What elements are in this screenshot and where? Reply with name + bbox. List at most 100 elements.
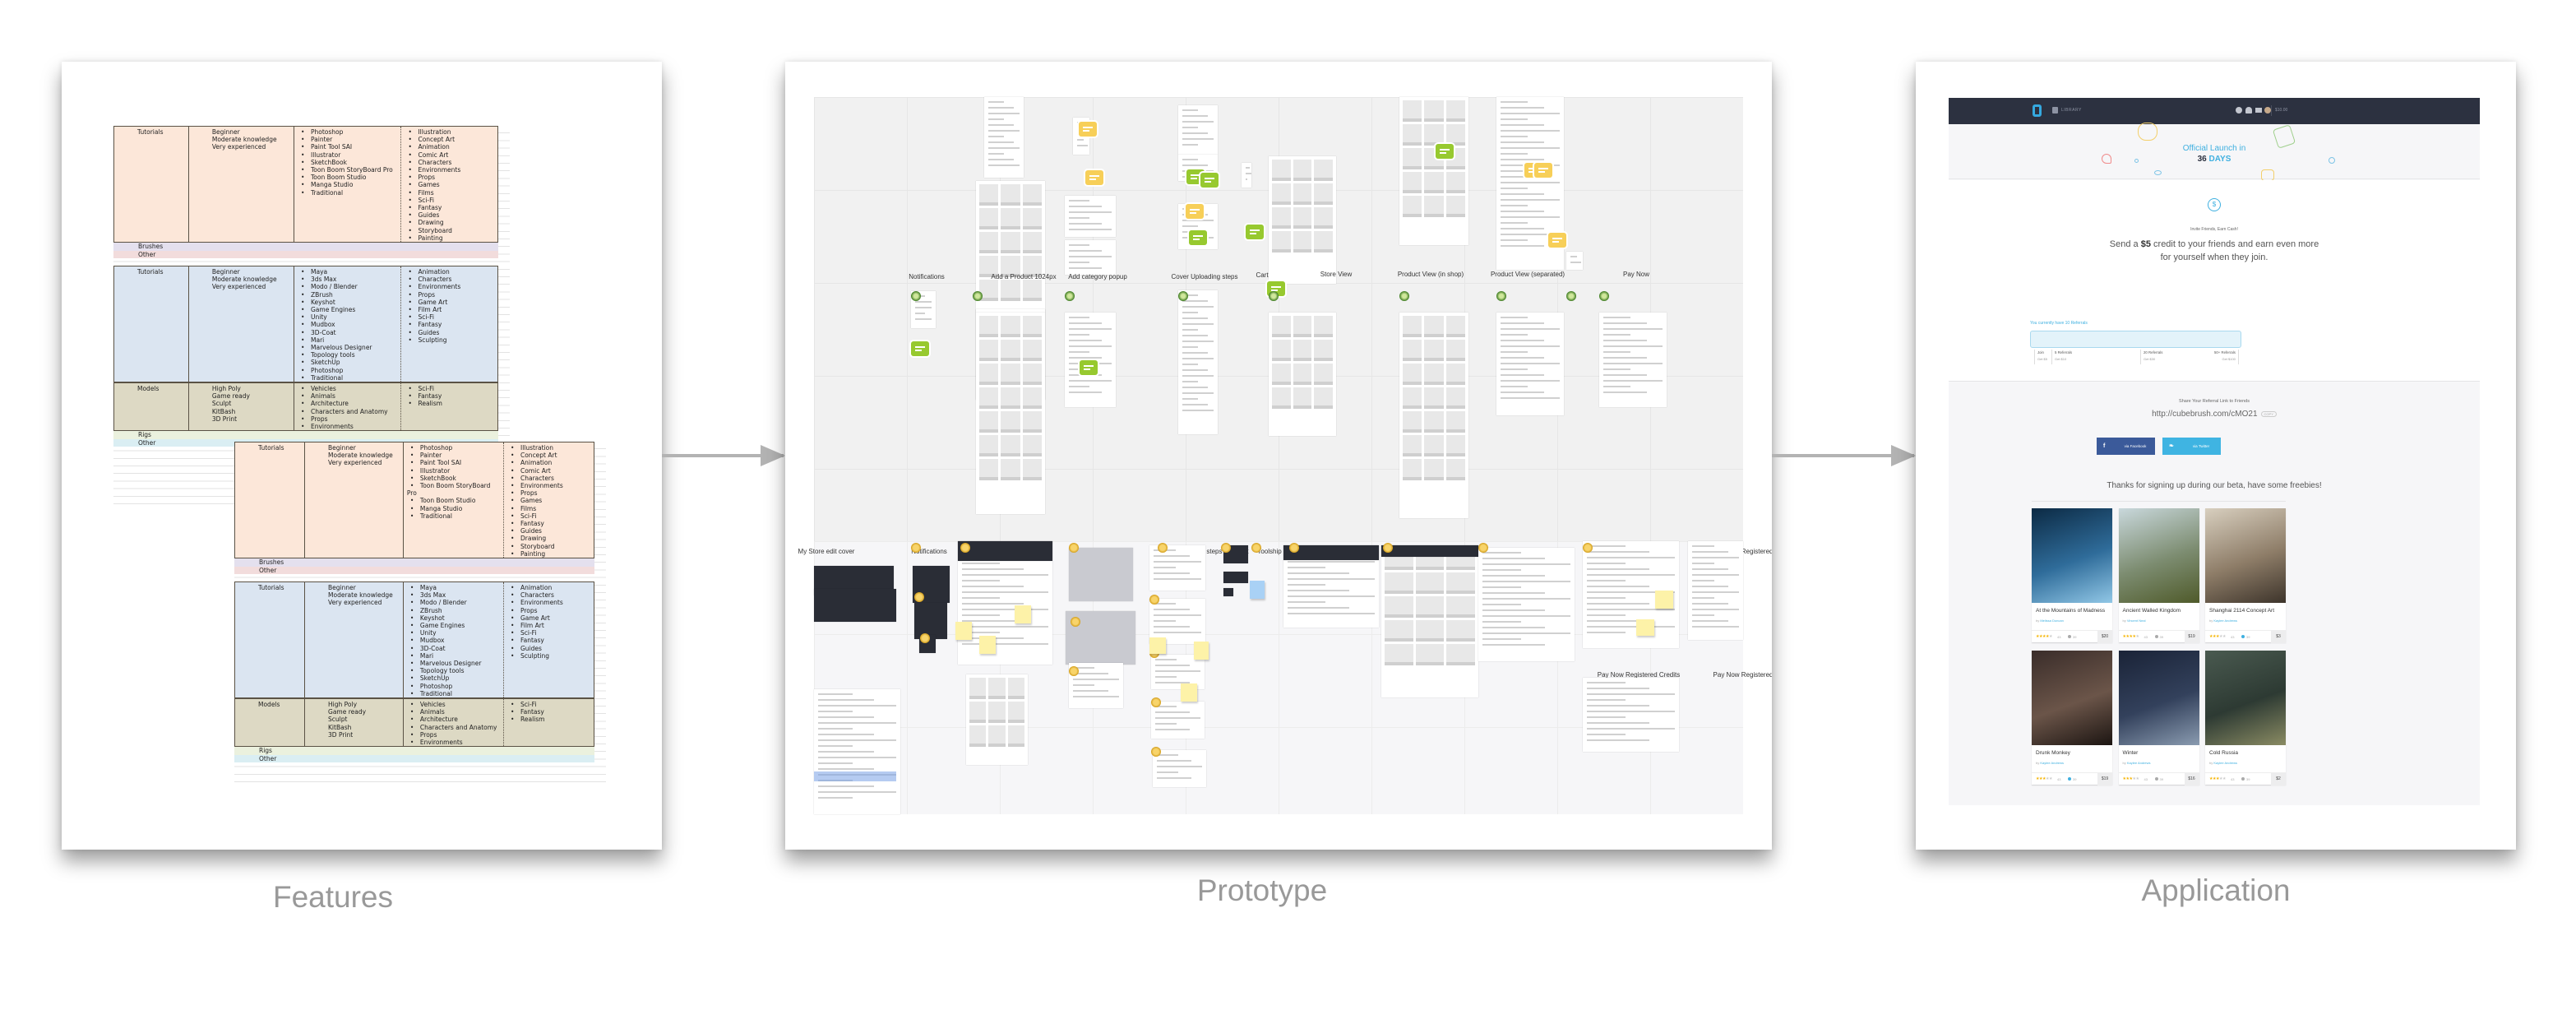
- wireframe-screen[interactable]: [976, 313, 1045, 514]
- product-title[interactable]: At the Mountains of Madness: [2036, 608, 2105, 614]
- user-badge-icon[interactable]: [1251, 543, 1261, 553]
- comment-icon[interactable]: [1246, 225, 1264, 239]
- user-badge-icon[interactable]: [960, 543, 970, 553]
- user-badge-icon[interactable]: [1289, 543, 1299, 553]
- product-thumbnail[interactable]: [2205, 651, 2286, 745]
- wireframe-screen[interactable]: [1399, 313, 1468, 518]
- wireframe-screen[interactable]: [1242, 163, 1251, 188]
- user-badge-icon[interactable]: [1383, 543, 1393, 553]
- comment-icon[interactable]: [1200, 173, 1219, 188]
- user-badge-icon[interactable]: [914, 592, 924, 602]
- sticky-note[interactable]: [1194, 642, 1209, 660]
- wireframe-screen[interactable]: [814, 589, 896, 622]
- hotspot-icon[interactable]: [1178, 291, 1188, 301]
- wireframe-screen[interactable]: [1065, 240, 1116, 275]
- wireframe-screen[interactable]: [1381, 545, 1478, 557]
- price-button[interactable]: $2: [2271, 773, 2286, 785]
- user-badge-icon[interactable]: [1221, 543, 1231, 553]
- comment-icon[interactable]: [1085, 170, 1103, 185]
- hotspot-icon[interactable]: [1566, 291, 1576, 301]
- comment-icon[interactable]: [1436, 144, 1454, 159]
- comment-icon[interactable]: [911, 341, 929, 356]
- author-link[interactable]: Kaylee Andrews: [2213, 619, 2237, 623]
- copy-button[interactable]: COPY: [2260, 410, 2277, 417]
- price-button[interactable]: $3: [2271, 631, 2286, 643]
- user-badge-icon[interactable]: [911, 543, 921, 553]
- sticky-note[interactable]: [1655, 591, 1673, 609]
- user-badge-icon[interactable]: [1069, 666, 1079, 676]
- price-button[interactable]: $19: [2097, 773, 2112, 785]
- product-thumbnail[interactable]: [2118, 508, 2199, 603]
- wireframe-screen[interactable]: [1583, 678, 1679, 752]
- wireframe-screen[interactable]: [1269, 156, 1336, 284]
- wireframe-screen[interactable]: [984, 97, 1024, 178]
- balance[interactable]: $10.00: [2275, 108, 2287, 113]
- comment-icon[interactable]: [1534, 163, 1552, 178]
- sticky-note[interactable]: [1250, 581, 1265, 599]
- product-title[interactable]: Cold Russia: [2209, 750, 2238, 756]
- product-thumbnail[interactable]: [2032, 651, 2112, 745]
- sticky-note[interactable]: [955, 622, 972, 640]
- product-card[interactable]: At the Mountains of Madness by Melissa Du…: [2032, 508, 2112, 643]
- wireframe-screen[interactable]: [1153, 750, 1206, 787]
- wireframe-screen[interactable]: [1566, 252, 1583, 270]
- nav-library-link[interactable]: LIBRARY: [2061, 108, 2082, 113]
- hotspot-icon[interactable]: [1399, 291, 1409, 301]
- user-badge-icon[interactable]: [1149, 595, 1159, 605]
- user-badge-icon[interactable]: [1151, 697, 1161, 707]
- user-badge-icon[interactable]: [1151, 747, 1161, 757]
- wireframe-screen[interactable]: [1269, 313, 1336, 436]
- wireframe-screen[interactable]: [1178, 290, 1218, 434]
- avatar[interactable]: [2264, 107, 2271, 114]
- product-thumbnail[interactable]: [2118, 651, 2199, 745]
- author-link[interactable]: Melissa Duncan: [2040, 619, 2063, 623]
- product-card[interactable]: Cold Russia by Kaylee Andrews ★★★★★ 43 39 $2: [2205, 651, 2286, 785]
- comment-icon[interactable]: [1548, 233, 1566, 248]
- comment-icon[interactable]: [1186, 204, 1204, 219]
- product-title[interactable]: Ancient Walled Kingdom: [2123, 608, 2181, 614]
- hotspot-icon[interactable]: [1269, 291, 1279, 301]
- author-link[interactable]: Kaylee Andrews: [2127, 761, 2151, 765]
- mail-icon[interactable]: [2255, 108, 2262, 113]
- bell-icon[interactable]: [2245, 107, 2252, 114]
- wireframe-screen[interactable]: [966, 674, 1028, 765]
- hotspot-icon[interactable]: [911, 291, 921, 301]
- user-badge-icon[interactable]: [1158, 543, 1168, 553]
- hotspot-icon[interactable]: [1599, 291, 1609, 301]
- prototype-canvas-lower[interactable]: My Store edit coverNotificationsAdd a Pr…: [798, 541, 1772, 814]
- product-card[interactable]: Drunk Monkey by Kaylee Andrews ★★★★★ 43 39 $1…: [2032, 651, 2112, 785]
- product-title[interactable]: Shanghai 2114 Concept Art: [2209, 608, 2274, 614]
- user-badge-icon[interactable]: [920, 633, 930, 643]
- wireframe-screen[interactable]: [1151, 702, 1205, 739]
- referral-url[interactable]: http://cubebrush.com/cMO21: [2152, 410, 2257, 419]
- author-link[interactable]: Vincent Neal: [2127, 619, 2146, 623]
- price-button[interactable]: $16: [2184, 773, 2199, 785]
- wireframe-screen[interactable]: [976, 181, 1045, 313]
- wireframe-screen[interactable]: [1496, 313, 1564, 415]
- wireframe-screen[interactable]: [1688, 541, 1743, 640]
- settings-icon[interactable]: [2236, 107, 2242, 114]
- wireframe-screen[interactable]: [814, 689, 900, 814]
- hotspot-icon[interactable]: [973, 291, 983, 301]
- product-card[interactable]: Winter by Kaylee Andrews ★★★★★ 43 39 $16: [2118, 651, 2199, 785]
- wireframe-screen[interactable]: [914, 603, 947, 639]
- user-badge-icon[interactable]: [1071, 617, 1080, 627]
- sticky-note[interactable]: [1636, 619, 1654, 636]
- price-button[interactable]: $19: [2184, 631, 2199, 643]
- product-title[interactable]: Drunk Monkey: [2036, 750, 2070, 756]
- wireframe-screen[interactable]: [1069, 548, 1133, 601]
- comment-icon[interactable]: [1080, 360, 1098, 375]
- share-facebook-button[interactable]: f via Facebook: [2097, 438, 2155, 455]
- share-twitter-button[interactable]: ❧ via Twitter: [2162, 438, 2221, 455]
- product-thumbnail[interactable]: [2205, 508, 2286, 603]
- wireframe-screen[interactable]: [1223, 588, 1233, 596]
- author-link[interactable]: Kaylee Andrews: [2040, 761, 2064, 765]
- product-title[interactable]: Winter: [2123, 750, 2139, 756]
- hotspot-icon[interactable]: [1065, 291, 1075, 301]
- wireframe-screen[interactable]: [958, 541, 1052, 561]
- product-card[interactable]: Ancient Walled Kingdom by Vincent Neal ★★★…: [2118, 508, 2199, 643]
- wireframe-screen[interactable]: [1149, 545, 1205, 591]
- author-link[interactable]: Kaylee Andrews: [2213, 761, 2237, 765]
- sticky-note[interactable]: [979, 636, 996, 654]
- wireframe-screen[interactable]: [1478, 548, 1575, 661]
